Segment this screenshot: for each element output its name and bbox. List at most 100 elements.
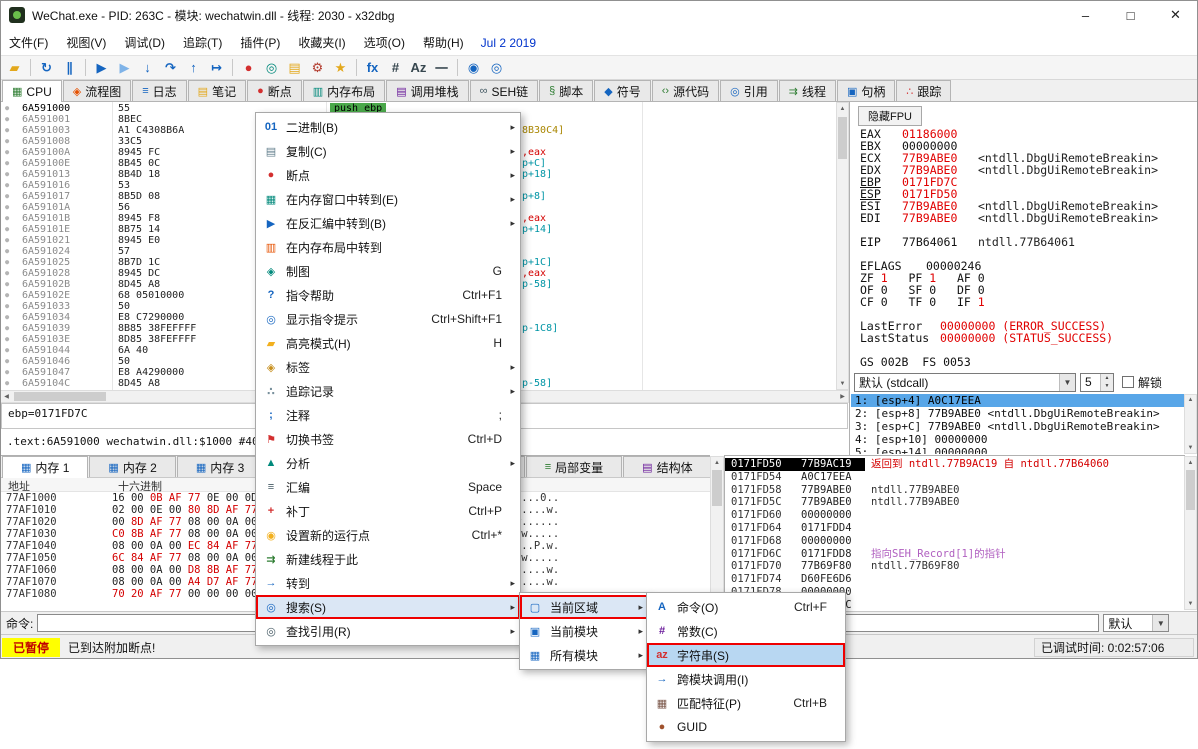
pause-icon[interactable]: ∥ — [59, 57, 80, 78]
scroll-left-icon[interactable]: ◀ — [1, 391, 12, 402]
breakpoint-gutter-dot[interactable]: ● — [5, 202, 9, 213]
tab-symbols[interactable]: ◆符号 — [594, 80, 650, 101]
breakpoint-gutter-dot[interactable]: ● — [5, 279, 9, 290]
breakpoint-gutter-dot[interactable]: ● — [5, 301, 9, 312]
tab-memory-1[interactable]: ▦内存 1 — [2, 456, 88, 478]
tab-cpu[interactable]: ▦CPU — [2, 80, 62, 102]
context-goto[interactable]: →转到▸ — [256, 571, 520, 595]
breakpoint-gutter-dot[interactable]: ● — [5, 213, 9, 224]
breakpoint-gutter-dot[interactable]: ● — [5, 224, 9, 235]
scroll-down-icon[interactable]: ▼ — [1185, 443, 1196, 453]
segment-registers-row[interactable]: GS 002B FS 0053 — [860, 356, 1184, 368]
search-type-string-references[interactable]: az字符串(S) — [647, 643, 845, 667]
breakpoint-gutter-dot[interactable]: ● — [5, 323, 9, 334]
breakpoint-gutter-dot[interactable]: ● — [5, 334, 9, 345]
close-button[interactable]: ✕ — [1153, 1, 1198, 30]
stack-row[interactable]: 0171FD5077B9AC19返回到 ntdll.77B9AC19 自 ntd… — [725, 458, 1185, 471]
tab-struct[interactable]: ▤结构体 — [623, 456, 711, 477]
argument-row[interactable]: 1: [esp+4] A0C17EEA — [851, 394, 1185, 407]
tab-script[interactable]: §脚本 — [539, 80, 593, 101]
argument-row[interactable]: 5: [esp+14] 00000000 — [851, 446, 1185, 454]
breakpoint-gutter-dot[interactable]: ● — [5, 169, 9, 180]
stack-row[interactable]: 0171FD54A0C17EEA — [725, 471, 1185, 484]
stack-row[interactable]: 0171FD7077B69F80ntdll.77B69F80 — [725, 560, 1185, 573]
stack-row[interactable]: 0171FD640171FDD4 — [725, 522, 1185, 535]
tab-seh[interactable]: ∞SEH链 — [470, 80, 539, 101]
context-search[interactable]: ◎搜索(S)▸ — [256, 595, 520, 619]
tab-log[interactable]: ≡日志 — [132, 80, 186, 101]
search-type-guid[interactable]: ●GUID — [647, 715, 845, 739]
breakpoint-gutter-dot[interactable]: ● — [5, 356, 9, 367]
args-vertical-scrollbar[interactable]: ▲ ▼ — [1184, 394, 1197, 454]
scrollbar-thumb[interactable] — [14, 392, 106, 401]
breakpoint-gutter-dot[interactable]: ● — [5, 125, 9, 136]
breakpoint-gutter-dot[interactable]: ● — [5, 268, 9, 279]
chevron-down-icon[interactable]: ▼ — [1152, 615, 1168, 631]
menubar-item-4[interactable]: 追踪(T) — [174, 30, 231, 56]
tab-notes[interactable]: ▤笔记 — [188, 80, 246, 101]
register-row[interactable]: EDI77B9ABE0<ntdll.DbgUiRemoteBreakin> — [860, 212, 1184, 224]
breakpoint-gutter-dot[interactable]: ● — [5, 378, 9, 389]
az-icon[interactable]: Az — [408, 57, 429, 78]
chevron-down-icon[interactable]: ▼ — [1059, 374, 1075, 391]
context-show-mnemonic-brief[interactable]: ◎显示指令提示Ctrl+Shift+F1 — [256, 307, 520, 331]
scrollbar-thumb[interactable] — [838, 117, 847, 159]
breakpoint-gutter-dot[interactable]: ● — [5, 136, 9, 147]
breakpoint-gutter-dot[interactable]: ● — [5, 257, 9, 268]
stack-pane[interactable]: 0171FD5077B9AC19返回到 ntdll.77B9AC19 自 ntd… — [724, 455, 1185, 611]
scrollbar-thumb[interactable] — [712, 470, 722, 506]
argument-row[interactable]: 4: [esp+10] 00000000 — [851, 433, 1185, 446]
breakpoint-gutter-dot[interactable]: ● — [5, 367, 9, 378]
tab-threads[interactable]: ⇉线程 — [779, 80, 836, 101]
spin-down-icon[interactable]: ▼ — [1101, 382, 1113, 391]
breakpoint-toolbar-icon[interactable]: ● — [238, 57, 259, 78]
search-type-intermodular-calls[interactable]: →跨模块调用(I) — [647, 667, 845, 691]
open-file-icon[interactable]: ▰ — [4, 57, 25, 78]
breakpoint-gutter-dot[interactable]: ● — [5, 235, 9, 246]
tab-graph[interactable]: ◈流程图 — [63, 80, 131, 101]
stack-row[interactable]: 0171FD6000000000 — [725, 509, 1185, 522]
menubar-item-1[interactable]: 文件(F) — [0, 30, 57, 56]
breakpoint-gutter-dot[interactable]: ● — [5, 103, 9, 114]
stack-row[interactable]: 0171FD5C77B9ABE0ntdll.77B9ABE0 — [725, 496, 1185, 509]
menubar-item-5[interactable]: 插件(P) — [231, 30, 289, 56]
menubar-item-8[interactable]: 帮助(H) — [414, 30, 473, 56]
favourites-icon[interactable]: ★ — [330, 57, 351, 78]
breakpoint-gutter-dot[interactable]: ● — [5, 312, 9, 323]
stack-row[interactable]: 0171FD6C0171FDD8指向SEH_Record[1]的指针 — [725, 548, 1185, 561]
stack-row[interactable]: 0171FD74D60FE6D6 — [725, 573, 1185, 586]
context-instruction-help[interactable]: ?指令帮助Ctrl+F1 — [256, 283, 520, 307]
context-set-new-origin[interactable]: ◉设置新的运行点Ctrl+* — [256, 523, 520, 547]
register-row[interactable]: EIP77B64061ntdll.77B64061 — [860, 236, 1184, 248]
register-row[interactable]: LastStatus00000000 (STATUS_SUCCESS) — [860, 332, 1184, 344]
scylla-icon[interactable]: ◎ — [261, 57, 282, 78]
dump-vertical-scrollbar[interactable]: ▲ ▼ — [710, 456, 724, 610]
context-new-thread-here[interactable]: ⇉新建线程于此 — [256, 547, 520, 571]
tab-call-stack[interactable]: ▤调用堆栈 — [386, 80, 468, 101]
breakpoint-gutter-dot[interactable]: ● — [5, 345, 9, 356]
context-analysis[interactable]: ▲分析▸ — [256, 451, 520, 475]
breakpoint-gutter-dot[interactable]: ● — [5, 290, 9, 301]
stack-row[interactable]: 0171FD6800000000 — [725, 535, 1185, 548]
search-type-command[interactable]: A命令(O)Ctrl+F — [647, 595, 845, 619]
context-graph[interactable]: ◈制图G — [256, 259, 520, 283]
context-trace-record[interactable]: ∴追踪记录▸ — [256, 379, 520, 403]
hide-fpu-button[interactable]: 隐藏FPU — [858, 106, 922, 126]
scroll-up-icon[interactable]: ▲ — [837, 103, 848, 114]
settings-icon[interactable]: ⚙ — [307, 57, 328, 78]
command-combo[interactable]: 默认 ▼ — [1103, 614, 1169, 632]
scroll-right-icon[interactable]: ▶ — [837, 391, 848, 402]
menubar-item-3[interactable]: 调试(D) — [115, 30, 174, 56]
scroll-up-icon[interactable]: ▲ — [1185, 395, 1196, 405]
context-comment[interactable]: ;注释; — [256, 403, 520, 427]
tab-memory-2[interactable]: ▦内存 2 — [89, 456, 175, 477]
calling-convention-select[interactable]: 默认 (stdcall) ▼ — [854, 373, 1076, 392]
step-over-icon[interactable]: ↷ — [160, 57, 181, 78]
context-binary[interactable]: 01二进制(B)▸ — [256, 115, 520, 139]
search-scope-current-region[interactable]: ▢当前区域▸ — [520, 595, 648, 619]
stack-row[interactable]: 0171FD5877B9ABE0ntdll.77B9ABE0 — [725, 484, 1185, 497]
notes-toolbar-icon[interactable]: ▤ — [284, 57, 305, 78]
scroll-up-icon[interactable]: ▲ — [1185, 457, 1196, 468]
arguments-view[interactable]: 1: [esp+4] A0C17EEA2: [esp+8] 77B9ABE0 <… — [851, 394, 1185, 454]
restart-icon[interactable]: ↻ — [36, 57, 57, 78]
